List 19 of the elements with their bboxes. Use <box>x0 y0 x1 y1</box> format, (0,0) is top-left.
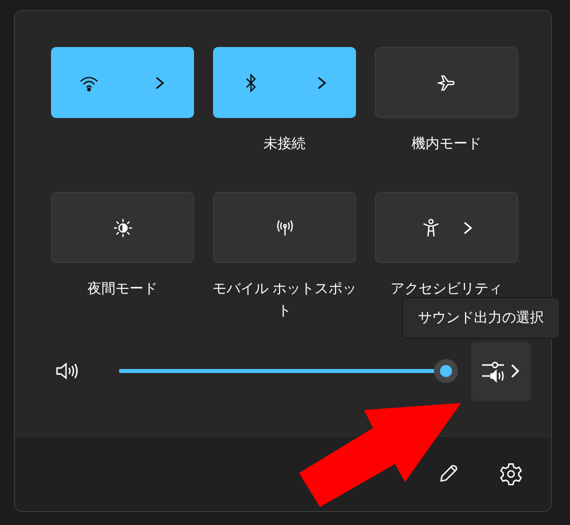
toggle-tile[interactable] <box>213 192 356 263</box>
toggle-tile[interactable] <box>51 47 194 118</box>
tile-label: 夜間モード <box>86 280 158 299</box>
settings-icon[interactable] <box>499 462 523 486</box>
tile-label: 未接続 <box>262 135 306 154</box>
toggle-tile[interactable] <box>375 192 518 263</box>
tile-label: アクセシビリティ <box>390 280 504 299</box>
tile-label: モバイル ホットスポット <box>211 280 358 321</box>
sound-output-tooltip: サウンド出力の選択 <box>402 297 560 339</box>
hotspot-icon <box>274 218 294 238</box>
tile-label: 機内モード <box>410 135 482 154</box>
toggle-tile[interactable] <box>51 192 194 263</box>
brightness-icon <box>112 218 132 238</box>
sound-output-button[interactable] <box>471 342 531 400</box>
slider-thumb[interactable] <box>434 359 458 383</box>
accessibility-icon <box>420 218 440 238</box>
airplane-icon <box>436 72 456 92</box>
toggle-tile[interactable] <box>213 47 356 118</box>
toggle-tile[interactable] <box>375 47 518 118</box>
